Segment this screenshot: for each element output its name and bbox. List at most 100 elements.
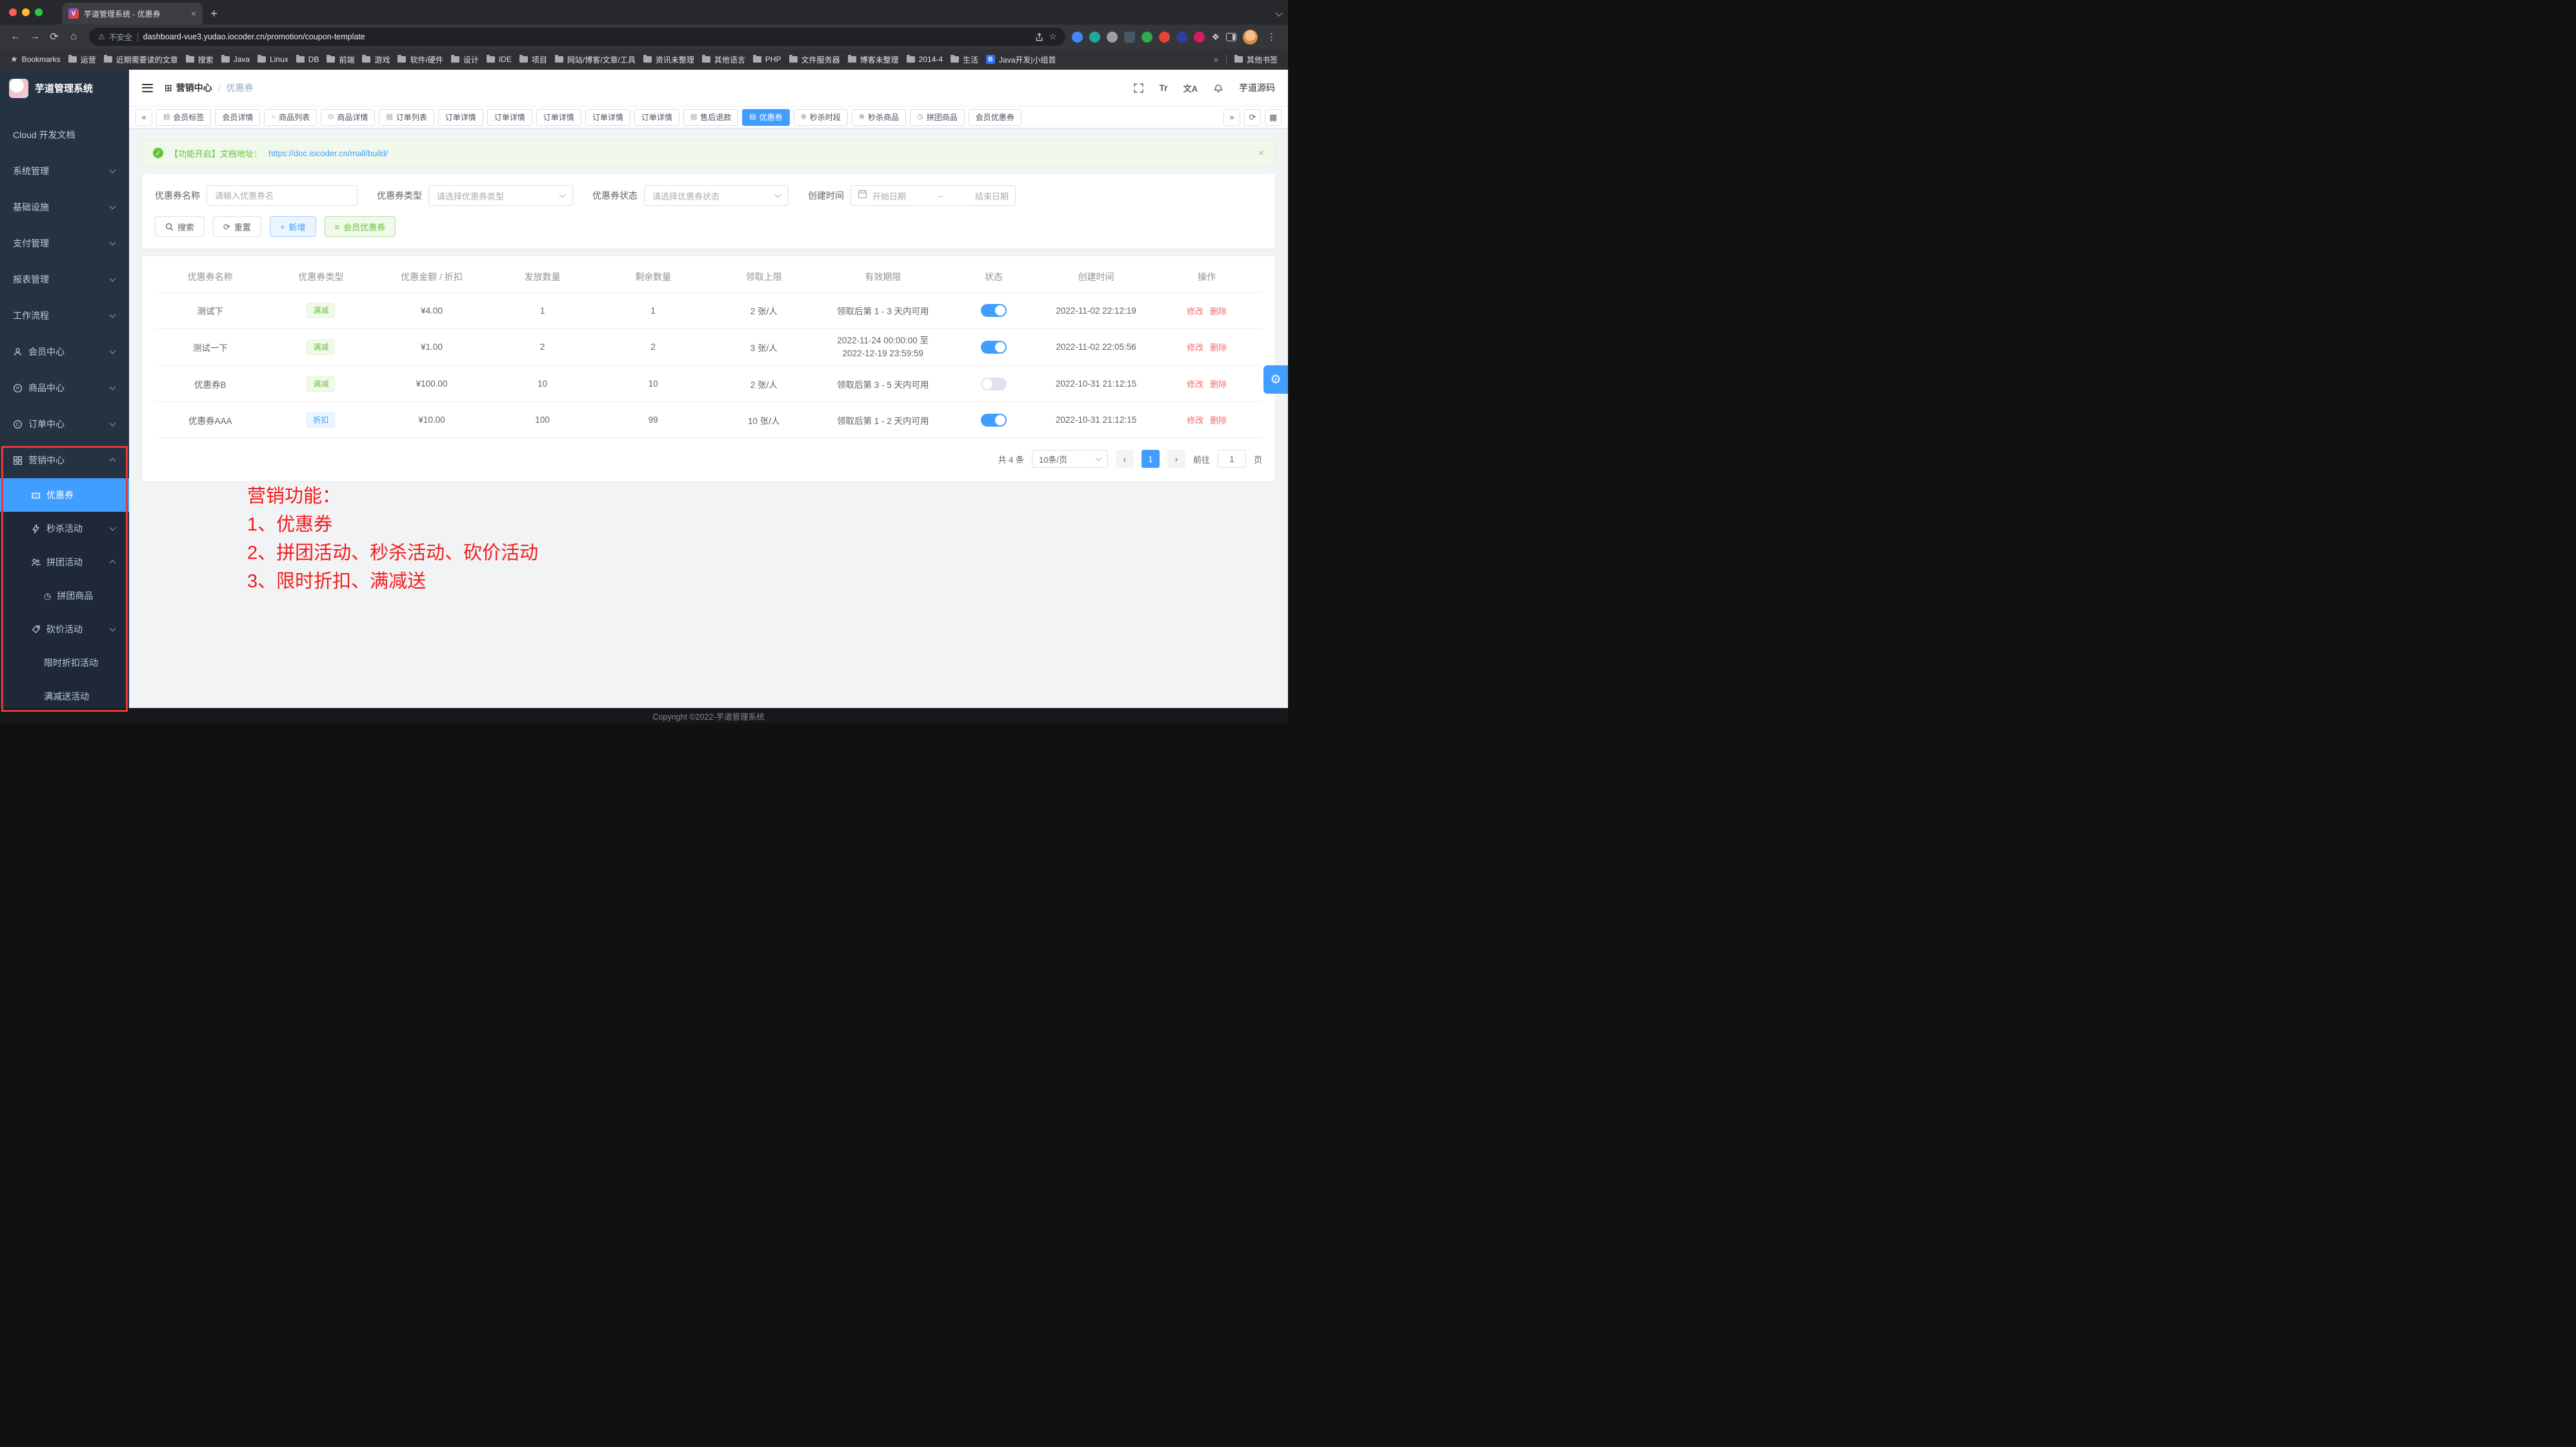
- tagsview-tab[interactable]: ▤售后退款: [683, 109, 738, 126]
- bookmark-item[interactable]: Java: [217, 53, 254, 66]
- bookmarks-overflow-icon[interactable]: »: [1210, 55, 1222, 65]
- new-tab-button[interactable]: +: [210, 8, 217, 20]
- sidebar-item-cloud-docs[interactable]: Cloud 开发文档: [0, 117, 129, 153]
- tagsview-tab[interactable]: 订单详情: [585, 109, 630, 126]
- sidebar-item-discount[interactable]: 限时折扣活动: [0, 646, 129, 680]
- tab-close-icon[interactable]: ×: [191, 8, 196, 19]
- extension-icon[interactable]: [1142, 32, 1152, 43]
- refresh-tab-button[interactable]: ⟳: [1244, 109, 1261, 126]
- status-toggle[interactable]: [981, 378, 1007, 390]
- tagsview-tab[interactable]: ○商品列表: [264, 109, 317, 126]
- reset-button[interactable]: ⟳ 重置: [213, 216, 261, 237]
- tagsview-tab[interactable]: 订单详情: [634, 109, 679, 126]
- start-date-placeholder[interactable]: 开始日期: [872, 190, 906, 202]
- bookmark-item[interactable]: 前端: [323, 52, 358, 67]
- tagsview-tab[interactable]: ⊕秒杀时段: [794, 109, 848, 126]
- coupon-name-input[interactable]: [206, 185, 357, 206]
- username[interactable]: 芋道源码: [1239, 81, 1275, 94]
- coupon-type-select[interactable]: 请选择优惠券类型: [428, 185, 573, 206]
- sidebar-item-bargain[interactable]: 砍价活动: [0, 612, 129, 646]
- member-coupon-button[interactable]: ≡ 会员优惠券: [325, 216, 396, 237]
- next-page-button[interactable]: ›: [1167, 450, 1185, 468]
- alert-doc-link[interactable]: https://doc.iocoder.cn/mall/build/: [268, 148, 388, 158]
- share-icon[interactable]: [1034, 32, 1044, 42]
- end-date-placeholder[interactable]: 结束日期: [975, 190, 1009, 202]
- tabs-scroll-right-button[interactable]: »: [1223, 109, 1240, 126]
- extension-icon[interactable]: [1089, 32, 1100, 43]
- logo[interactable]: 芋道管理系统: [0, 70, 129, 106]
- forward-button[interactable]: →: [26, 28, 44, 46]
- bookmark-item[interactable]: ★Bookmarks: [6, 52, 65, 66]
- security-status[interactable]: ⚠ 不安全: [98, 32, 132, 43]
- extension-icon[interactable]: [1072, 32, 1083, 43]
- extensions-puzzle-icon[interactable]: ❖: [1211, 32, 1220, 43]
- fullscreen-icon[interactable]: [1134, 83, 1143, 93]
- current-page[interactable]: 1: [1142, 450, 1160, 468]
- bookmark-item[interactable]: 网站/博客/文章/工具: [551, 52, 639, 67]
- edit-link[interactable]: 修改: [1187, 307, 1203, 316]
- translate-icon[interactable]: 文A: [1183, 82, 1198, 94]
- bookmark-item[interactable]: 运营: [65, 52, 100, 67]
- minimize-window-button[interactable]: [22, 8, 30, 16]
- tagsview-tab-active[interactable]: ▤优惠券: [742, 109, 789, 126]
- bookmark-item[interactable]: 搜索: [182, 52, 217, 67]
- sidebar-item-group-product[interactable]: ◷ 拼团商品: [0, 579, 129, 612]
- tab-search-chevron-icon[interactable]: [1275, 9, 1282, 16]
- tagsview-tab[interactable]: 订单详情: [438, 109, 483, 126]
- browser-menu-icon[interactable]: ⋮: [1264, 31, 1279, 43]
- bookmark-star-icon[interactable]: ☆: [1049, 32, 1057, 42]
- extension-icon[interactable]: [1124, 32, 1135, 43]
- sidebar-item-coupon[interactable]: 优惠券: [0, 478, 129, 512]
- bookmark-item-other[interactable]: 其他书签: [1231, 52, 1282, 67]
- close-icon[interactable]: ×: [1258, 148, 1264, 159]
- bookmark-item[interactable]: 2014-4: [903, 53, 947, 66]
- bookmark-item[interactable]: 项目: [516, 52, 551, 67]
- bookmark-item[interactable]: 游戏: [358, 52, 394, 67]
- sidebar-item-marketing-center[interactable]: 营销中心: [0, 442, 129, 478]
- delete-link[interactable]: 删除: [1210, 379, 1227, 389]
- tagsview-tab[interactable]: ⊕秒杀商品: [852, 109, 906, 126]
- sidebar-item-infra[interactable]: 基础设施: [0, 189, 129, 225]
- edit-link[interactable]: 修改: [1187, 343, 1203, 352]
- address-bar[interactable]: ⚠ 不安全 dashboard-vue3.yudao.iocoder.cn/pr…: [89, 28, 1065, 46]
- sidebar-item-payment[interactable]: 支付管理: [0, 225, 129, 261]
- side-panel-icon[interactable]: [1226, 33, 1236, 41]
- status-toggle[interactable]: [981, 304, 1007, 317]
- goto-page-input[interactable]: [1218, 450, 1246, 468]
- back-button[interactable]: ←: [6, 28, 25, 46]
- bell-icon[interactable]: [1213, 83, 1223, 93]
- tagsview-tab[interactable]: 会员优惠券: [969, 109, 1021, 126]
- tagsview-tab[interactable]: ▤会员标签: [156, 109, 211, 126]
- prev-page-button[interactable]: ‹: [1116, 450, 1134, 468]
- bookmark-item[interactable]: 博客未整理: [844, 52, 903, 67]
- sidebar-item-product-center[interactable]: P 商品中心: [0, 370, 129, 406]
- bookmark-item[interactable]: BJava开发|小组首: [982, 52, 1060, 67]
- url-text[interactable]: dashboard-vue3.yudao.iocoder.cn/promotio…: [143, 32, 1029, 41]
- font-size-icon[interactable]: Tr: [1159, 83, 1167, 93]
- browser-tab[interactable]: V 芋道管理系统 - 优惠券 ×: [62, 3, 203, 25]
- bookmark-item[interactable]: DB: [292, 53, 323, 66]
- extension-icon[interactable]: [1107, 32, 1118, 43]
- edit-link[interactable]: 修改: [1187, 379, 1203, 389]
- bookmark-item[interactable]: PHP: [749, 53, 785, 66]
- bookmark-item[interactable]: 软件/硬件: [394, 52, 447, 67]
- tagsview-tab[interactable]: ⊙商品详情: [321, 109, 375, 126]
- reload-button[interactable]: ⟳: [45, 28, 63, 46]
- delete-link[interactable]: 删除: [1210, 416, 1227, 425]
- tagsview-tab[interactable]: 订单详情: [536, 109, 581, 126]
- sidebar-item-member-center[interactable]: 会员中心: [0, 334, 129, 370]
- tagsview-tab[interactable]: 会员详情: [215, 109, 260, 126]
- zoom-window-button[interactable]: [35, 8, 43, 16]
- delete-link[interactable]: 删除: [1210, 343, 1227, 352]
- bookmark-item[interactable]: IDE: [483, 53, 516, 66]
- hamburger-icon[interactable]: [142, 84, 153, 92]
- sidebar-item-seckill[interactable]: 秒杀活动: [0, 512, 129, 545]
- profile-avatar[interactable]: [1243, 30, 1258, 45]
- sidebar-item-report[interactable]: 报表管理: [0, 261, 129, 298]
- add-button[interactable]: + 新增: [270, 216, 316, 237]
- bookmark-item[interactable]: 生活: [947, 52, 982, 67]
- status-toggle[interactable]: [981, 414, 1007, 427]
- page-size-select[interactable]: 10条/页: [1032, 450, 1108, 468]
- bookmark-item[interactable]: 设计: [447, 52, 483, 67]
- tagsview-tab[interactable]: ◷拼团商品: [910, 109, 965, 126]
